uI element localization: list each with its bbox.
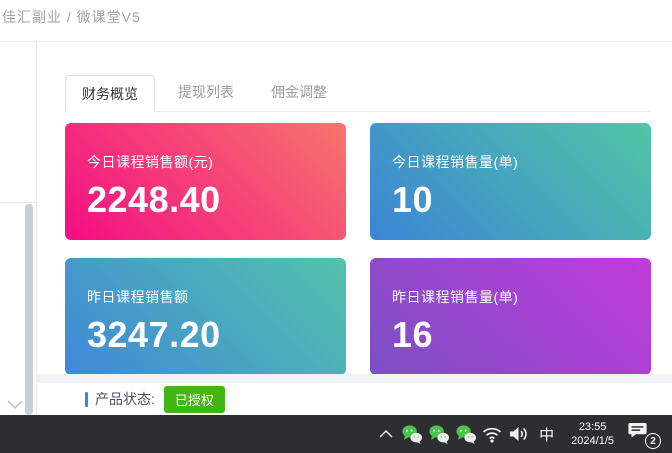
- tab-commission-adjust[interactable]: 佣金调整: [257, 74, 341, 111]
- tab-withdraw-list[interactable]: 提现列表: [164, 74, 248, 111]
- wechat-icon[interactable]: [398, 415, 425, 453]
- tab-finance-overview[interactable]: 财务概览: [65, 75, 155, 112]
- status-accent-bar: [85, 392, 88, 407]
- notification-badge: 2: [645, 433, 661, 449]
- section-separator: [37, 374, 672, 383]
- stat-card-value: 3247.20: [87, 314, 336, 356]
- stat-card-value: 10: [392, 179, 641, 221]
- taskbar: 中 23:55 2024/1/5 2: [0, 415, 672, 453]
- stat-card-yesterday-sales-count: 昨日课程销售量(单) 16: [370, 258, 651, 375]
- wechat-icon[interactable]: [425, 415, 452, 453]
- status-badge: 已授权: [164, 386, 225, 413]
- main-content: 财务概览 提现列表 佣金调整 今日课程销售额(元) 2248.40 今日课程销售…: [37, 42, 672, 415]
- stat-card-label: 昨日课程销售量(单): [392, 287, 641, 307]
- screen: 佳汇副业 / 微课堂V5 财务概览 提现列表 佣金调整 今日课程销售额(元) 2…: [0, 0, 672, 453]
- left-strip: [0, 42, 37, 415]
- ime-indicator[interactable]: 中: [532, 415, 561, 453]
- chevron-down-icon[interactable]: [5, 397, 25, 411]
- breadcrumb[interactable]: 佳汇副业 / 微课堂V5: [2, 7, 141, 27]
- clock[interactable]: 23:55 2024/1/5: [561, 415, 624, 453]
- left-strip-divider: [0, 202, 36, 203]
- volume-icon[interactable]: [505, 415, 532, 453]
- status-label: 产品状态:: [95, 389, 155, 409]
- stat-cards-grid: 今日课程销售额(元) 2248.40 今日课程销售量(单) 10 昨日课程销售额…: [65, 123, 651, 375]
- wifi-icon[interactable]: [479, 415, 505, 453]
- notification-icon[interactable]: 2: [628, 420, 660, 448]
- wechat-icon[interactable]: [452, 415, 479, 453]
- clock-date: 2024/1/5: [571, 434, 614, 448]
- stat-card-value: 16: [392, 314, 641, 356]
- stat-card-label: 昨日课程销售额: [87, 287, 336, 307]
- topbar: 佳汇副业 / 微课堂V5: [0, 0, 672, 42]
- tab-bar: 财务概览 提现列表 佣金调整: [65, 74, 650, 112]
- vertical-scrollbar-thumb[interactable]: [25, 204, 33, 415]
- tray-chevron-up-icon[interactable]: [374, 415, 398, 453]
- clock-time: 23:55: [571, 420, 614, 434]
- stat-card-yesterday-sales-amount: 昨日课程销售额 3247.20: [65, 258, 346, 375]
- stat-card-label: 今日课程销售额(元): [87, 152, 336, 172]
- stat-card-today-sales-count: 今日课程销售量(单) 10: [370, 123, 651, 240]
- stat-card-label: 今日课程销售量(单): [392, 152, 641, 172]
- product-status-panel: 产品状态: 已授权: [37, 383, 672, 415]
- stat-card-today-sales-amount: 今日课程销售额(元) 2248.40: [65, 123, 346, 240]
- stat-card-value: 2248.40: [87, 179, 336, 221]
